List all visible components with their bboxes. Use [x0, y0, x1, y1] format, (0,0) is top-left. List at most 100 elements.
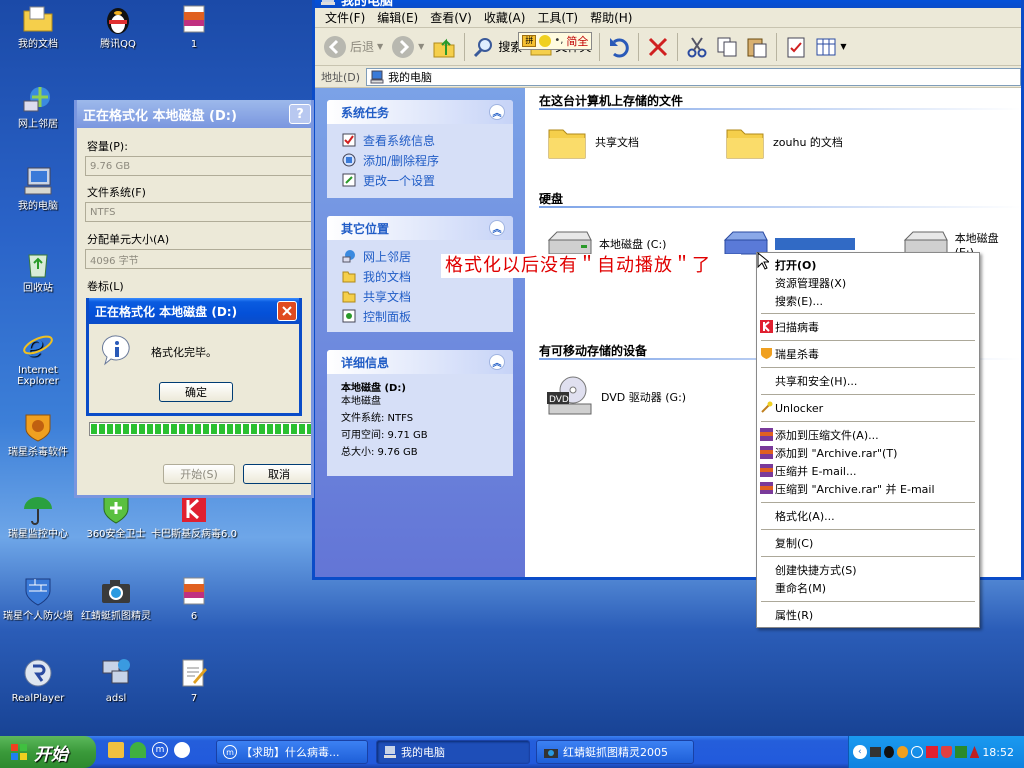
tray-qq-icon[interactable] [884, 746, 894, 758]
menu-create-shortcut[interactable]: 创建快捷方式(S) [757, 561, 979, 579]
tray-volume-icon[interactable] [969, 746, 980, 758]
dvd-drive-item[interactable]: DVD DVD 驱动器 (G:) [545, 374, 686, 420]
desktop-icon-my-documents[interactable]: 我的文档 [0, 2, 76, 50]
undo-button[interactable] [604, 33, 634, 61]
chevron-down-icon: ▼ [840, 42, 847, 51]
menu-favorites[interactable]: 收藏(A) [478, 7, 532, 28]
menu-file[interactable]: 文件(F) [319, 7, 371, 28]
ime-status-bar[interactable]: 拼 •, 简全 [518, 31, 593, 50]
maxthon-icon: m [223, 745, 237, 759]
menu-help[interactable]: 帮助(H) [584, 7, 638, 28]
desktop-icon-recycle-bin[interactable]: 回收站 [0, 246, 76, 294]
desktop-icon-my-computer[interactable]: 我的电脑 [0, 164, 76, 212]
desktop-icon-file-7[interactable]: 7 [156, 656, 232, 704]
menu-add-to-archive-rar[interactable]: 添加到 "Archive.rar"(T) [757, 444, 979, 462]
collapse-chevron-icon[interactable]: ︽ [489, 104, 505, 120]
tray-users-icon[interactable] [896, 746, 909, 758]
tray-kaspersky-icon[interactable] [925, 746, 938, 758]
place-shared-documents[interactable]: 共享文档 [327, 286, 513, 306]
desktop-icon-qq[interactable]: 腾讯QQ [80, 2, 156, 50]
user-documents-item[interactable]: zouhu 的文档 [725, 124, 843, 160]
quick-launch-pencil-icon[interactable] [108, 742, 124, 758]
folders-button[interactable]: 文件夹 拼 •, 简全 [518, 31, 595, 60]
forward-button[interactable]: ▼ [387, 32, 428, 62]
desktop-icon-file-6[interactable]: 6 [156, 574, 232, 622]
properties-button[interactable] [781, 33, 811, 61]
details-header[interactable]: 详细信息 ︽ [327, 350, 513, 374]
menu-search[interactable]: 搜索(E)... [757, 292, 979, 310]
menu-compress-rar-email[interactable]: 压缩到 "Archive.rar" 并 E-mail [757, 480, 979, 498]
ime-punct-icon: •, [554, 35, 564, 46]
complete-dialog-title-bar[interactable]: 正在格式化 本地磁盘 (D:) [89, 298, 299, 324]
capacity-select[interactable]: 9.76 GB [85, 156, 311, 176]
paste-button[interactable] [742, 33, 772, 61]
quick-launch-m-icon[interactable]: m [152, 742, 168, 758]
desktop-icon-realplayer[interactable]: RealPlayer [0, 656, 76, 704]
menu-unlocker[interactable]: Unlocker [757, 399, 979, 417]
menu-edit[interactable]: 编辑(E) [371, 7, 424, 28]
menu-view[interactable]: 查看(V) [424, 7, 478, 28]
menu-rising-scan[interactable]: 瑞星杀毒 [757, 345, 979, 363]
clock[interactable]: 18:52 [982, 746, 1024, 759]
cut-button[interactable] [682, 33, 712, 61]
tray-shield-icon[interactable] [940, 746, 953, 758]
collapse-chevron-icon[interactable]: ︽ [489, 220, 505, 236]
shared-documents-item[interactable]: 共享文档 [547, 124, 639, 160]
menu-properties[interactable]: 属性(R) [757, 606, 979, 624]
menu-explore[interactable]: 资源管理器(X) [757, 274, 979, 292]
toolbar-divider [677, 32, 679, 61]
tray-camera-icon[interactable] [869, 747, 882, 757]
address-input[interactable]: 我的电脑 [366, 67, 1021, 86]
task-button-my-computer[interactable]: 我的电脑 [376, 740, 530, 764]
menu-sharing-security[interactable]: 共享和安全(H)... [757, 372, 979, 390]
filesystem-select[interactable]: NTFS [85, 202, 311, 222]
change-setting-icon [341, 172, 357, 188]
menu-scan-virus[interactable]: 扫描病毒 [757, 318, 979, 336]
desktop-icon-screen-capture[interactable]: 红蜻蜓抓图精灵 [78, 574, 154, 622]
desktop-icon-ie[interactable]: e Internet Explorer [0, 328, 76, 387]
start-button[interactable]: 开始(S) [163, 464, 235, 484]
other-places-header[interactable]: 其它位置 ︽ [327, 216, 513, 240]
desktop-icon-rising-firewall[interactable]: 瑞星个人防火墙 [0, 574, 76, 622]
format-dialog-title-bar[interactable]: 正在格式化 本地磁盘 (D:) ? [77, 100, 311, 128]
tray-expand-icon[interactable]: ‹ [853, 745, 867, 759]
task-button-forum[interactable]: m 【求助】什么病毒... [216, 740, 368, 764]
tray-maxthon-icon[interactable] [911, 746, 923, 758]
desktop-icon-adsl[interactable]: adsl [78, 656, 154, 704]
task-button-screen-capture[interactable]: 红蜻蜓抓图精灵2005 [536, 740, 694, 764]
start-button[interactable]: 开始 [0, 736, 96, 768]
desktop-icon-rising-monitor[interactable]: 瑞星监控中心 [0, 492, 76, 540]
desktop-icon-network[interactable]: 网上邻居 [0, 82, 76, 130]
quick-launch-browser-icon[interactable] [174, 742, 190, 758]
close-button[interactable] [277, 301, 297, 321]
ok-button[interactable]: 确定 [159, 382, 233, 402]
menu-compress-email[interactable]: 压缩并 E-mail... [757, 462, 979, 480]
menu-open[interactable]: 打开(O) [757, 256, 979, 274]
menu-tools[interactable]: 工具(T) [531, 7, 584, 28]
task-view-system-info[interactable]: 查看系统信息 [327, 130, 513, 150]
menu-add-to-archive[interactable]: 添加到压缩文件(A)... [757, 426, 979, 444]
menu-rename[interactable]: 重命名(M) [757, 579, 979, 597]
back-button[interactable]: 后退 ▼ [319, 32, 387, 62]
system-tasks-header[interactable]: 系统任务 ︽ [327, 100, 513, 124]
place-control-panel[interactable]: 控制面板 [327, 306, 513, 326]
desktop-icon-label: 我的电脑 [18, 201, 58, 212]
collapse-chevron-icon[interactable]: ︽ [489, 354, 505, 370]
menu-format[interactable]: 格式化(A)... [757, 507, 979, 525]
menu-copy[interactable]: 复制(C) [757, 534, 979, 552]
tray-rising-icon[interactable] [955, 746, 967, 758]
copy-button[interactable] [712, 33, 742, 61]
desktop-icon-360[interactable]: 360安全卫士 [78, 492, 154, 540]
views-button[interactable]: ▼ [811, 33, 850, 61]
desktop-icon-kaspersky[interactable]: 卡巴斯基反病毒6.0 [148, 492, 240, 540]
cancel-button[interactable]: 取消 [243, 464, 311, 484]
quick-launch-umbrella-icon[interactable] [130, 742, 146, 758]
allocation-select[interactable]: 4096 字节 [85, 249, 311, 269]
up-folder-button[interactable] [428, 32, 460, 62]
desktop-icon-rising-antivirus[interactable]: 瑞星杀毒软件 [0, 410, 76, 458]
task-change-setting[interactable]: 更改一个设置 [327, 170, 513, 190]
task-add-remove-programs[interactable]: 添加/删除程序 [327, 150, 513, 170]
help-button[interactable]: ? [289, 104, 311, 124]
delete-button[interactable] [643, 33, 673, 61]
desktop-icon-file-1[interactable]: 1 [156, 2, 232, 50]
